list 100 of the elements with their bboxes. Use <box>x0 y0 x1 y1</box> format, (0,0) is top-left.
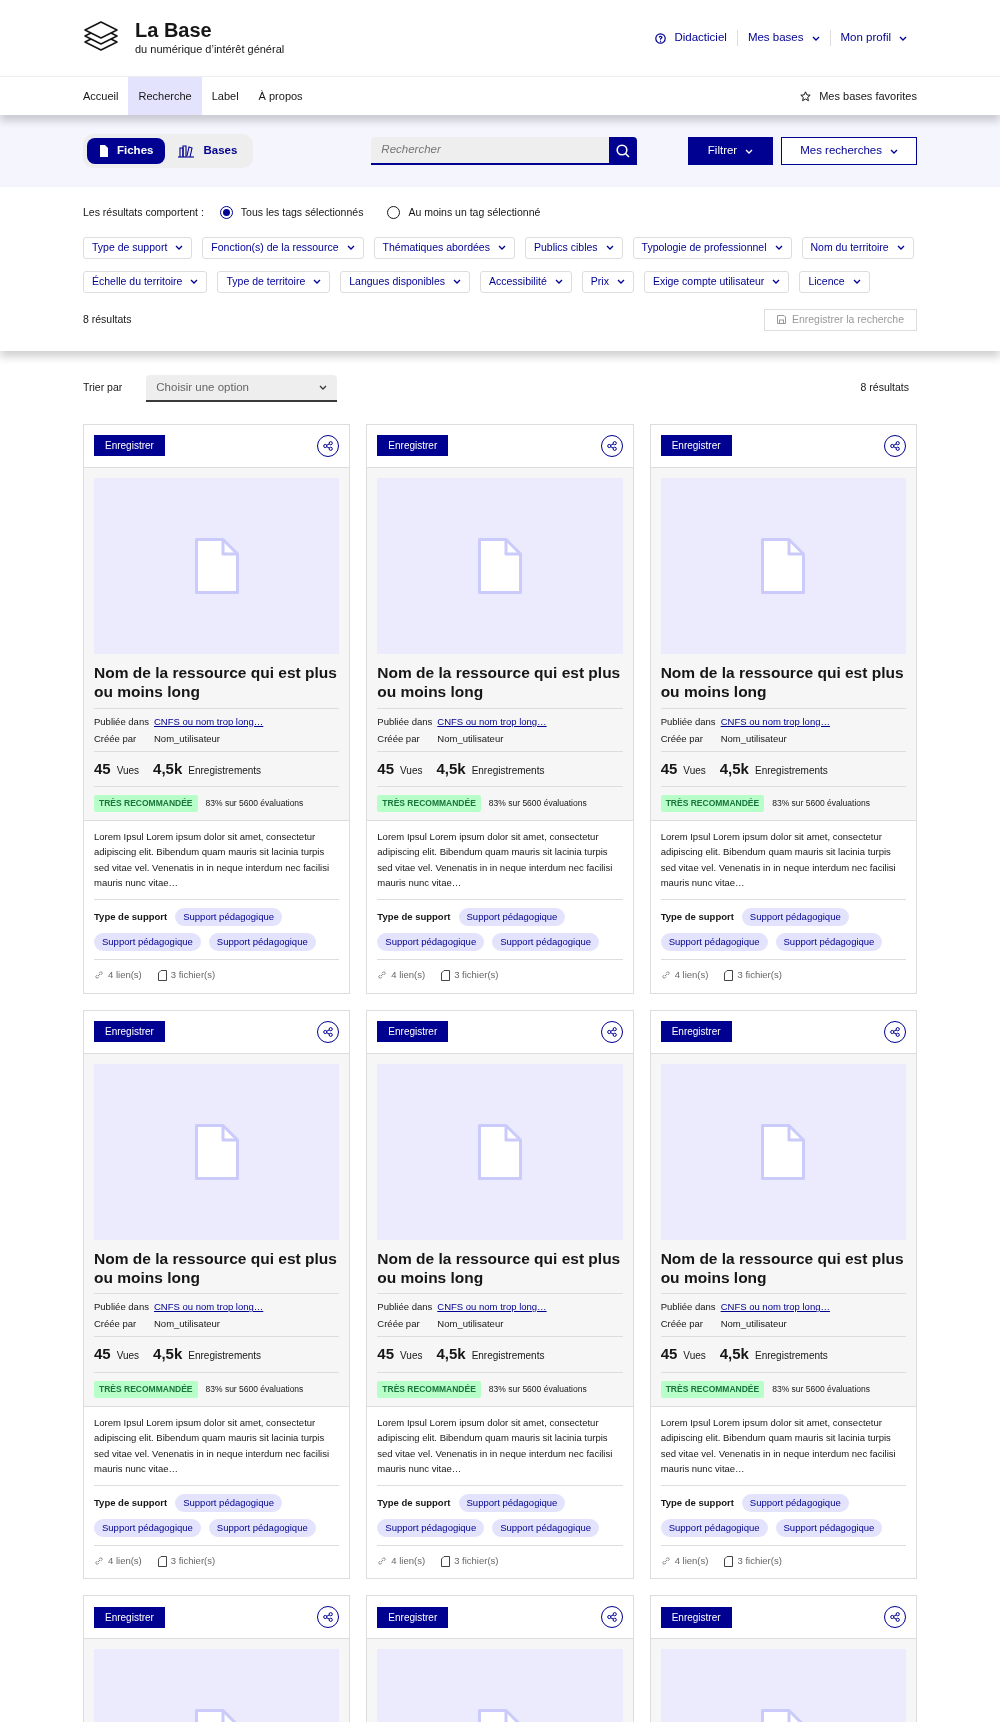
save-button[interactable]: Enregistrer <box>377 1606 449 1628</box>
resource-title[interactable]: Nom de la ressource qui est plus ou moins long <box>660 1248 906 1295</box>
recommendation-badge: TRÈS RECOMMANDÉE <box>377 1380 481 1398</box>
document-icon <box>478 1123 522 1180</box>
tag-label: Type de support <box>94 909 168 924</box>
publisher-link[interactable]: CNFS ou nom trop long… <box>437 1298 547 1316</box>
result-count: 8 résultats <box>860 380 909 396</box>
chevron-down-icon <box>453 279 461 285</box>
share-button[interactable] <box>884 434 906 457</box>
radio-button[interactable] <box>387 206 401 220</box>
filter-dropdown[interactable]: Typologie de professionnel <box>632 236 792 259</box>
views-label: Vues <box>683 1349 706 1364</box>
share-button[interactable] <box>600 434 623 457</box>
resource-title[interactable]: Nom de la ressource qui est plus ou moins long <box>377 662 623 709</box>
resource-title[interactable]: Nom de la ressource qui est plus ou moins long <box>94 662 340 709</box>
search-button[interactable] <box>609 137 638 165</box>
files-count: 3 fichier(s) <box>737 968 782 983</box>
radio-button[interactable] <box>219 206 233 220</box>
rating-text: 83% sur 5600 évaluations <box>488 797 587 810</box>
help-link[interactable]: Didacticiel <box>645 29 737 47</box>
views-count: 45 <box>660 1344 678 1365</box>
publisher-link[interactable]: CNFS ou nom trop long… <box>720 1298 830 1316</box>
document-icon <box>478 537 522 594</box>
save-button[interactable]: Enregistrer <box>660 435 732 457</box>
menu-link[interactable]: Mes bases <box>737 29 830 47</box>
tag-label: Type de support <box>94 1495 168 1510</box>
publisher-link[interactable]: CNFS ou nom trop long… <box>720 712 830 730</box>
tag: Support pédagogique <box>377 1518 485 1537</box>
creator-name: Nom_utilisateur <box>437 731 504 746</box>
share-button[interactable] <box>884 1020 906 1043</box>
rating-text: 83% sur 5600 évaluations <box>772 797 870 810</box>
share-button[interactable] <box>317 1606 340 1629</box>
publisher-link[interactable]: CNFS ou nom trop long… <box>437 712 547 730</box>
save-button[interactable]: Enregistrer <box>660 1021 732 1042</box>
saved-searches-button[interactable]: Mes recherches <box>781 137 917 165</box>
publisher-link[interactable]: CNFS ou nom trop long… <box>154 712 264 730</box>
toggle-tab[interactable]: Fiches <box>87 138 166 164</box>
save-button[interactable]: Enregistrer <box>94 435 165 457</box>
filter-dropdown[interactable]: Type de support <box>83 236 193 259</box>
search-field[interactable]: Rechercher <box>371 137 610 165</box>
filter-dropdown[interactable]: Thématiques abordées <box>373 236 515 259</box>
menu-link[interactable]: Mon profil <box>830 29 917 47</box>
share-icon <box>323 440 334 451</box>
nav-tab[interactable]: Accueil <box>73 77 129 115</box>
creator-name: Nom_utilisateur <box>720 1317 787 1332</box>
chevron-down-icon <box>616 279 625 285</box>
filter-dropdown[interactable]: Prix <box>581 270 634 293</box>
share-button[interactable] <box>317 1020 340 1043</box>
files-count: 3 fichier(s) <box>170 1554 216 1568</box>
tag: Support pédagogique <box>175 907 283 926</box>
meta-label: Publiée dans <box>94 714 150 729</box>
file-icon <box>157 1555 167 1567</box>
links-count: 4 lien(s) <box>674 1554 709 1568</box>
meta-label: Créée par <box>94 731 138 746</box>
share-button[interactable] <box>884 1606 906 1629</box>
nav-tab[interactable]: Label <box>201 77 249 115</box>
favorites-link[interactable]: Mes bases favorites <box>790 77 927 115</box>
site-title: La Base <box>135 18 213 41</box>
filter-dropdown[interactable]: Accessibilité <box>480 270 572 293</box>
share-icon <box>890 1612 900 1623</box>
resource-title[interactable]: Nom de la ressource qui est plus ou moins long <box>377 1248 623 1295</box>
save-button[interactable]: Enregistrer <box>94 1606 165 1628</box>
filter-dropdown[interactable]: Publics cibles <box>524 236 623 259</box>
toggle-tab[interactable]: Bases <box>165 138 250 164</box>
sort-select[interactable]: Choisir une option <box>146 374 338 402</box>
views-count: 45 <box>377 758 394 779</box>
recommendation-badge: TRÈS RECOMMANDÉE <box>660 1380 765 1398</box>
resource-title[interactable]: Nom de la ressource qui est plus ou moins long <box>660 662 906 709</box>
books-icon <box>177 144 196 158</box>
resource-description: Lorem Ipsul Lorem ipsum dolor sit amet, consectetur adipiscing elit. Bibendum quam mauris sit lacinia turpis sed vitae vel. Venenatis in in neque interdum nec facilisi mauris nunc vitae… <box>94 828 340 900</box>
share-button[interactable] <box>317 434 340 457</box>
filter-dropdown[interactable]: Type de territoire <box>217 270 331 293</box>
meta-label: Créée par <box>94 1317 138 1332</box>
sort-label: Trier par <box>83 380 123 396</box>
share-button[interactable] <box>600 1606 623 1629</box>
nav-tab[interactable]: Recherche <box>128 77 202 115</box>
saves-count: 4,5k <box>719 1344 749 1365</box>
filter-dropdown[interactable]: Fonction(s) de la ressource <box>202 236 364 259</box>
share-button[interactable] <box>600 1020 623 1043</box>
filter-dropdown[interactable]: Licence <box>799 270 870 293</box>
filter-dropdown[interactable]: Échelle du territoire <box>83 270 208 293</box>
filter-dropdown[interactable]: Nom du territoire <box>801 236 914 259</box>
rating-text: 83% sur 5600 évaluations <box>205 797 304 810</box>
tag: Support pédagogique <box>377 933 485 952</box>
save-button[interactable]: Enregistrer <box>377 1021 449 1042</box>
files-count: 3 fichier(s) <box>170 968 216 983</box>
filter-dropdown[interactable]: Exige compte utilisateur <box>643 270 790 293</box>
tag: Support pédagogique <box>175 1493 283 1512</box>
share-icon <box>606 1026 617 1037</box>
save-button[interactable]: Enregistrer <box>660 1606 732 1628</box>
filter-button[interactable]: Filtrer <box>687 137 774 165</box>
filter-dropdown[interactable]: Langues disponibles <box>340 270 470 293</box>
nav-tab[interactable]: À propos <box>248 77 313 115</box>
recommendation-badge: TRÈS RECOMMANDÉE <box>94 795 198 812</box>
views-label: Vues <box>400 763 423 778</box>
file-icon <box>441 969 451 981</box>
publisher-link[interactable]: CNFS ou nom trop long… <box>154 1298 264 1316</box>
save-button[interactable]: Enregistrer <box>377 435 449 457</box>
save-button[interactable]: Enregistrer <box>94 1021 165 1042</box>
resource-title[interactable]: Nom de la ressource qui est plus ou moins long <box>94 1248 340 1295</box>
